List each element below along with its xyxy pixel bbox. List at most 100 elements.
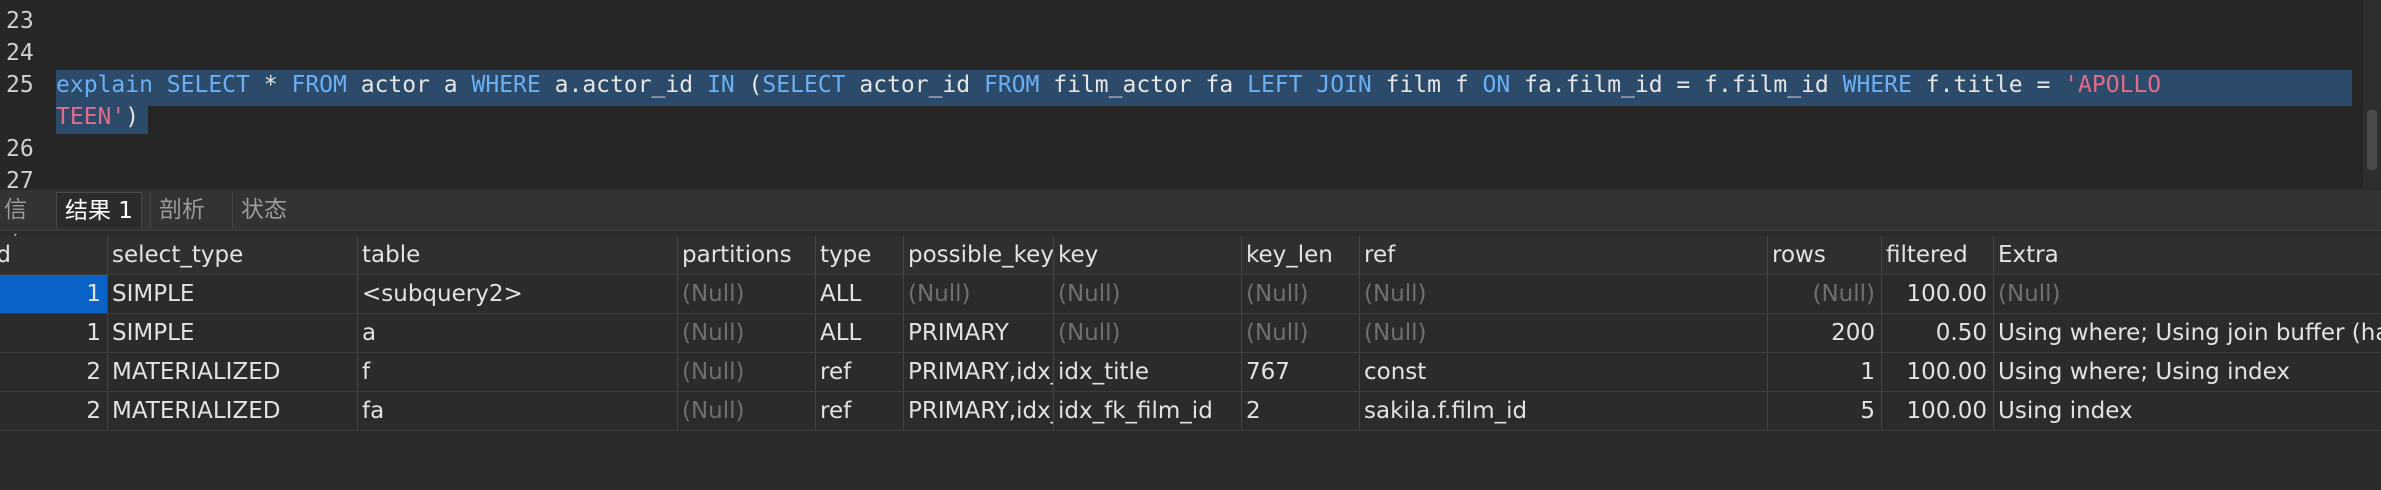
table-cell[interactable]: ALL: [816, 275, 904, 313]
table-cell[interactable]: 1: [0, 314, 108, 352]
sql-token: *: [263, 72, 278, 98]
table-cell[interactable]: Using where; Using index: [1994, 353, 2381, 391]
tab-result-1[interactable]: 结果 1: [56, 192, 142, 228]
table-cell[interactable]: sakila.f.film_id: [1360, 392, 1768, 430]
table-row[interactable]: 1 SIMPLE a (Null) ALL PRIMARY (Null) (Nu…: [0, 314, 2381, 353]
table-cell[interactable]: 100.00: [1882, 392, 1994, 430]
sql-token: ): [125, 104, 140, 130]
sql-token: actor_id: [859, 72, 971, 98]
table-cell[interactable]: (Null): [678, 353, 816, 391]
column-header[interactable]: id: [0, 236, 108, 274]
table-cell[interactable]: 100.00: [1882, 275, 1994, 313]
sql-keyword: WHERE: [471, 72, 541, 98]
table-cell[interactable]: MATERIALIZED: [108, 392, 358, 430]
sql-query-line-wrap[interactable]: TEEN'): [56, 104, 139, 130]
table-cell[interactable]: (Null): [1360, 314, 1768, 352]
table-cell[interactable]: (Null): [1242, 314, 1360, 352]
sql-query-line[interactable]: explain SELECT * FROM actor a WHERE a.ac…: [56, 72, 2161, 98]
table-cell[interactable]: idx_fk_film_id: [1054, 392, 1242, 430]
result-tab-bar: 信息 结果 1 剖析 状态: [0, 190, 2381, 259]
table-cell[interactable]: 0.50: [1882, 314, 1994, 352]
column-header[interactable]: select_type: [108, 236, 358, 274]
line-number: 25: [6, 72, 34, 98]
table-cell[interactable]: (Null): [1054, 275, 1242, 313]
sql-keyword: explain: [56, 72, 153, 98]
table-row[interactable]: 1 SIMPLE <subquery2> (Null) ALL (Null) (…: [0, 275, 2381, 314]
table-cell[interactable]: 2: [0, 392, 108, 430]
table-cell[interactable]: 5: [1768, 392, 1882, 430]
table-cell[interactable]: 2: [1242, 392, 1360, 430]
sql-keyword: IN: [706, 72, 735, 98]
table-cell[interactable]: f: [358, 353, 678, 391]
table-cell[interactable]: (Null): [1994, 275, 2381, 313]
table-cell[interactable]: <subquery2>: [358, 275, 678, 313]
column-header[interactable]: key_len: [1242, 236, 1360, 274]
scrollbar-thumb[interactable]: [2367, 110, 2377, 170]
column-header[interactable]: possible_keys: [904, 236, 1054, 274]
table-cell[interactable]: SIMPLE: [108, 314, 358, 352]
column-header[interactable]: key: [1054, 236, 1242, 274]
line-number: 23: [6, 8, 34, 34]
tab-profile[interactable]: 剖析: [150, 192, 222, 228]
grid-header-row: id select_type table partitions type pos…: [0, 236, 2381, 275]
table-cell[interactable]: 1: [1768, 353, 1882, 391]
tab-info[interactable]: 信息: [0, 192, 48, 259]
table-cell[interactable]: (Null): [1054, 314, 1242, 352]
table-cell[interactable]: (Null): [678, 392, 816, 430]
sql-keyword: FROM: [983, 72, 1040, 98]
table-cell[interactable]: (Null): [1242, 275, 1360, 313]
tab-status[interactable]: 状态: [232, 192, 304, 228]
table-cell[interactable]: ref: [816, 392, 904, 430]
table-cell[interactable]: ALL: [816, 314, 904, 352]
column-header[interactable]: partitions: [678, 236, 816, 274]
table-cell[interactable]: (Null): [1768, 275, 1882, 313]
table-cell[interactable]: 767: [1242, 353, 1360, 391]
table-cell[interactable]: PRIMARY,idx_title: [904, 353, 1054, 391]
table-cell[interactable]: PRIMARY,idx_fk_film_id: [904, 392, 1054, 430]
sql-token: (: [748, 72, 763, 98]
sql-token: film f: [1385, 72, 1469, 98]
table-cell[interactable]: 100.00: [1882, 353, 1994, 391]
table-cell[interactable]: idx_title: [1054, 353, 1242, 391]
column-header[interactable]: filtered: [1882, 236, 1994, 274]
table-cell[interactable]: ref: [816, 353, 904, 391]
table-row[interactable]: 2 MATERIALIZED f (Null) ref PRIMARY,idx_…: [0, 353, 2381, 392]
sql-keyword: WHERE: [1842, 72, 1912, 98]
table-cell[interactable]: (Null): [678, 314, 816, 352]
editor-vertical-scrollbar[interactable]: [2363, 0, 2381, 188]
table-cell[interactable]: PRIMARY: [904, 314, 1054, 352]
table-cell[interactable]: (Null): [904, 275, 1054, 313]
sql-editor[interactable]: 23 24 25 26 27 explain SELECT * FROM act…: [0, 0, 2381, 188]
table-cell[interactable]: a: [358, 314, 678, 352]
table-cell[interactable]: (Null): [1360, 275, 1768, 313]
column-header[interactable]: type: [816, 236, 904, 274]
column-header[interactable]: Extra: [1994, 236, 2381, 274]
line-number: 27: [6, 168, 34, 188]
table-cell[interactable]: SIMPLE: [108, 275, 358, 313]
sql-keyword: ON: [1482, 72, 1511, 98]
table-cell[interactable]: Using where; Using join buffer (hash joi…: [1994, 314, 2381, 352]
table-cell[interactable]: 1: [0, 275, 108, 313]
sql-keyword: FROM: [291, 72, 347, 98]
table-cell[interactable]: MATERIALIZED: [108, 353, 358, 391]
table-cell[interactable]: (Null): [678, 275, 816, 313]
line-number: 24: [6, 40, 34, 66]
table-cell[interactable]: Using index: [1994, 392, 2381, 430]
sql-string: TEEN': [56, 104, 126, 130]
table-cell[interactable]: 200: [1768, 314, 1882, 352]
sql-token: a.actor_id: [554, 72, 694, 98]
sql-token: film_actor fa: [1053, 72, 1234, 98]
column-header[interactable]: rows: [1768, 236, 1882, 274]
sql-string: 'APOLLO: [2064, 72, 2162, 98]
line-number-gutter: 23 24 25 26 27: [0, 0, 52, 188]
column-header[interactable]: ref: [1360, 236, 1768, 274]
empty-grid-area: [0, 434, 2381, 490]
table-cell[interactable]: 2: [0, 353, 108, 391]
sql-keyword: SELECT: [762, 72, 846, 98]
sql-keyword: LEFT JOIN: [1247, 72, 1372, 98]
table-cell[interactable]: fa: [358, 392, 678, 430]
table-cell[interactable]: const: [1360, 353, 1768, 391]
table-row[interactable]: 2 MATERIALIZED fa (Null) ref PRIMARY,idx…: [0, 392, 2381, 431]
sql-token: fa.film_id = f.film_id: [1524, 72, 1829, 98]
column-header[interactable]: table: [358, 236, 678, 274]
